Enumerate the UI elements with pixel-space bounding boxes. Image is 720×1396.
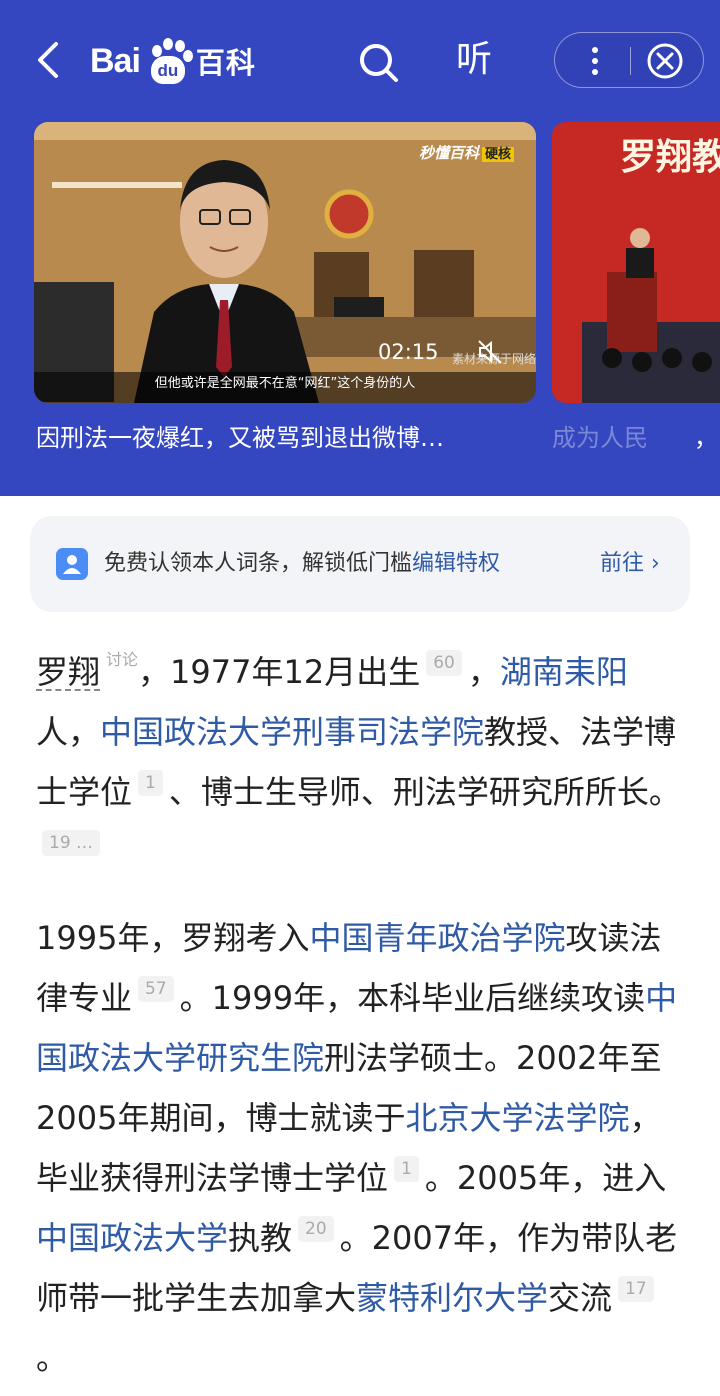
video-card-2[interactable]: 罗翔教 — [552, 122, 720, 403]
video-source-badge: 秒懂百科 硬核 — [419, 142, 514, 163]
video-caption-2[interactable]: 成为人民 ， — [552, 418, 718, 453]
reference-marker[interactable]: 1 — [394, 1156, 419, 1182]
video-caption[interactable]: 因刑法一夜爆红，又被骂到退出微博… — [36, 418, 444, 453]
biography-paragraph: 1995年，罗翔考入中国青年政治学院攻读法律专业 57 。1999年，本科毕业后继续… — [36, 908, 686, 1388]
reference-marker[interactable]: 60 — [426, 650, 462, 676]
text-span: ，1977年12月出生 — [138, 653, 421, 691]
back-arrow-icon[interactable] — [28, 38, 72, 82]
reference-marker-more[interactable]: 19 … — [42, 830, 101, 856]
reference-marker[interactable]: 57 — [138, 976, 174, 1002]
logo-text-baike: 百科 — [195, 46, 256, 80]
text-span: ， — [467, 653, 500, 691]
claim-highlight[interactable]: 编辑特权 — [412, 551, 500, 576]
video-card[interactable]: 秒懂百科 硬核 02:15 素材来源于网络 但他或许是全网最不在意“网红”这个身份… — [34, 122, 536, 403]
logo-text-bai: Bai — [90, 41, 141, 80]
top-bar: Bai du 百科 听 — [0, 22, 720, 100]
person-badge-icon — [56, 548, 88, 580]
text-span: 交流 — [548, 1279, 613, 1317]
capsule-divider — [630, 47, 631, 75]
badge-tag: 硬核 — [481, 147, 514, 162]
video-2-title: 罗翔教 — [620, 136, 720, 178]
search-icon[interactable] — [356, 40, 400, 84]
link-montreal-university[interactable]: 蒙特利尔大学 — [356, 1279, 548, 1317]
intro-paragraph: 罗翔 讨论，1977年12月出生 60 ，湖南耒阳人，中国政法大学刑事司法学院教授、法… — [36, 642, 686, 882]
text-span: 人， — [36, 713, 101, 751]
link-cupl-criminal-justice[interactable]: 中国政法大学刑事司法学院 — [100, 713, 484, 751]
text-span: 执教 — [228, 1219, 293, 1257]
badge-text: 秒懂百科 — [418, 144, 479, 162]
text-span: 、博士生导师、刑法学研究所所长。 — [168, 773, 681, 811]
video-caption-2-text: 成为人民 — [552, 424, 648, 452]
baidu-baike-logo[interactable]: Bai du 百科 — [90, 36, 256, 86]
claim-text-main: 免费认领本人词条，解锁低门槛 — [104, 551, 413, 576]
video-caption-2-end: ， — [694, 424, 718, 452]
claim-text: 免费认领本人词条，解锁低门槛编辑特权 — [104, 548, 500, 580]
video-duration: 02:15 — [378, 340, 439, 364]
paw-icon: du — [142, 36, 194, 86]
text-span: 。 — [36, 1339, 69, 1377]
video-subtitle: 但他或许是全网最不在意“网红”这个身份的人 — [154, 376, 416, 391]
hero-header: Bai du 百科 听 秒懂百科 硬核 02:15 素材来源于网络 但他或许是全… — [0, 0, 720, 496]
close-icon[interactable] — [645, 41, 685, 81]
link-pku-law-school[interactable]: 北京大学法学院 — [405, 1099, 629, 1137]
mute-icon[interactable] — [476, 338, 504, 366]
reference-marker[interactable]: 1 — [138, 770, 163, 796]
link-hunan-leiyang[interactable]: 湖南耒阳 — [500, 653, 628, 691]
claim-entry-bar[interactable]: 免费认领本人词条，解锁低门槛编辑特权 前往 › — [30, 516, 690, 612]
goto-button[interactable]: 前往 › — [600, 548, 660, 580]
logo-text-du: du — [150, 56, 185, 84]
link-cupl[interactable]: 中国政法大学 — [36, 1219, 228, 1257]
mini-program-capsule — [554, 32, 704, 88]
reference-marker[interactable]: 17 — [618, 1276, 654, 1302]
link-cyu[interactable]: 中国青年政治学院 — [309, 919, 565, 957]
entry-name[interactable]: 罗翔 — [36, 655, 101, 691]
text-span: 。2005年，进入 — [424, 1159, 667, 1197]
listen-button[interactable]: 听 — [456, 36, 492, 84]
text-span: 。1999年，本科毕业后继续攻读 — [179, 979, 646, 1017]
more-icon[interactable] — [575, 41, 615, 81]
reference-marker[interactable]: 20 — [298, 1216, 334, 1242]
discussion-tag[interactable]: 讨论 — [106, 650, 138, 670]
text-span: 1995年，罗翔考入 — [36, 919, 310, 957]
